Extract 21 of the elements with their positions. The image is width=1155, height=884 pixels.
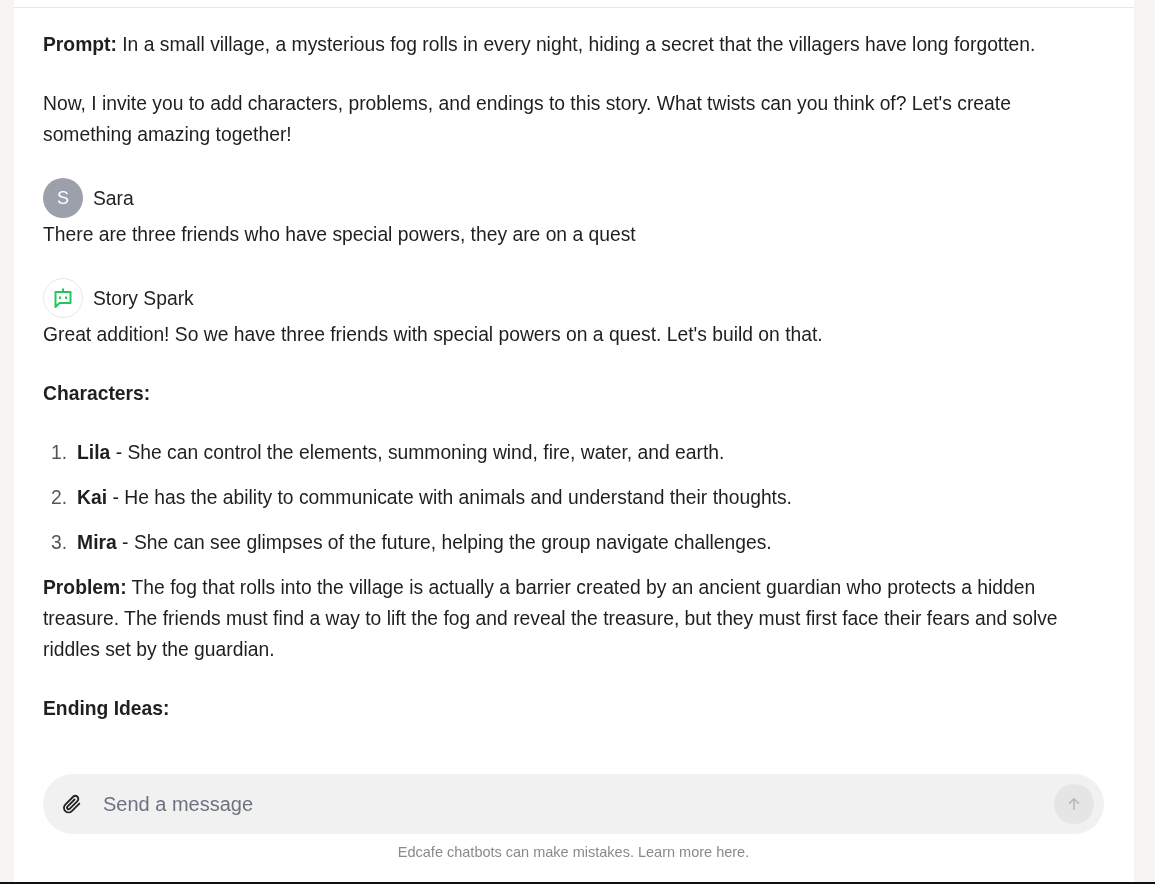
message-paragraph: Now, I invite you to add characters, problems, and endings to this story. What twists can you think of? Let's create something amazing together!: [43, 92, 1012, 147]
message-paragraph: Problem: The fog that rolls into the village is actually a barrier created by an ancient guardian who protects a hidden treasure. The friends must find a way to lift the fog and reveal the treasure, but they must first face their fears and solve riddles set by the guardian.: [43, 576, 1059, 662]
user-avatar: S: [43, 178, 83, 218]
author-name: Story Spark: [93, 286, 194, 311]
list-number: 2.: [51, 486, 68, 510]
message-text: There are three friends who have special powers, they are on a quest: [43, 223, 637, 247]
message-input-bar[interactable]: Send a message: [43, 774, 1104, 834]
chatbot-icon: [43, 278, 83, 318]
list-number: 1.: [51, 441, 68, 465]
list-item-text: Lila - She can control the elements, summoning wind, fire, water, and earth.: [77, 441, 725, 465]
message-paragraph: Prompt: In a small village, a mysterious fog rolls in every night, hiding a secret that the villagers have long forgotten.: [43, 33, 1037, 57]
message-input[interactable]: Send a message: [101, 791, 1054, 817]
disclaimer-text: Edcafe chatbots can make mistakes. Learn more here.: [396, 844, 751, 860]
section-heading: Ending Ideas:: [43, 697, 171, 721]
list-item-text: Kai - He has the ability to communicate with animals and understand their thoughts.: [77, 486, 792, 510]
section-heading: Characters:: [43, 382, 152, 406]
list-number: 3.: [51, 531, 68, 555]
author-name: Sara: [93, 186, 134, 211]
message-text: Great addition! So we have three friends with special powers on a quest. Let's build on that.: [43, 323, 824, 347]
paperclip-icon[interactable]: [61, 793, 83, 815]
list-item-text: Mira - She can see glimpses of the future, helping the group navigate challenges.: [77, 531, 772, 555]
